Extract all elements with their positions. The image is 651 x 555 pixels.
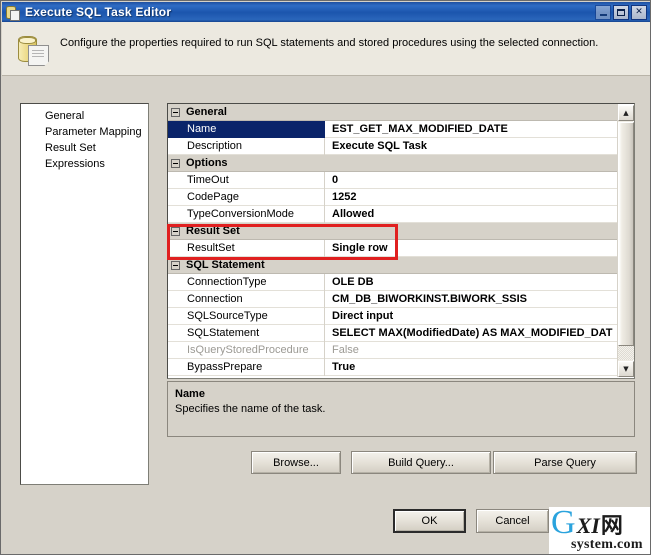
property-value[interactable]: SELECT MAX(ModifiedDate) AS MAX_MODIFIED…	[325, 325, 618, 342]
category-row-options[interactable]: Options	[168, 155, 618, 172]
property-value[interactable]: CM_DB_BIWORKINST.BIWORK_SSIS	[325, 291, 618, 308]
watermark-cn-char: 网	[600, 514, 623, 539]
property-row-sqlsourcetype[interactable]: SQLSourceType Direct input	[168, 307, 618, 325]
collapse-icon[interactable]	[171, 226, 180, 236]
property-value[interactable]: EST_GET_MAX_MODIFIED_DATE	[325, 121, 618, 138]
header-description: Configure the properties required to run…	[60, 37, 599, 49]
build-query-button[interactable]: Build Query...	[351, 451, 491, 474]
sql-task-large-icon	[17, 34, 51, 66]
category-label: Result Set	[186, 225, 240, 237]
page-list[interactable]: General Parameter Mapping Result Set Exp…	[20, 103, 149, 485]
collapse-icon[interactable]	[171, 107, 180, 117]
collapse-icon[interactable]	[171, 158, 180, 168]
property-row-isquerystoredprocedure: IsQueryStoredProcedure False	[168, 341, 618, 359]
description-title: Name	[175, 388, 205, 400]
property-value[interactable]: True	[325, 359, 618, 376]
parse-query-button[interactable]: Parse Query	[493, 451, 637, 474]
minimize-button[interactable]	[595, 4, 611, 20]
category-label: General	[186, 106, 227, 118]
scroll-down-icon[interactable]: ▼	[618, 361, 634, 377]
sql-task-icon	[5, 4, 21, 21]
property-row-codepage[interactable]: CodePage 1252	[168, 188, 618, 206]
property-row-resultset[interactable]: ResultSet Single row	[168, 239, 618, 257]
header-strip: Configure the properties required to run…	[2, 22, 650, 76]
collapse-icon[interactable]	[171, 260, 180, 270]
category-label: Options	[186, 157, 228, 169]
sidebar-item-result-set[interactable]: Result Set	[21, 140, 148, 156]
cancel-button[interactable]: Cancel	[476, 509, 549, 533]
property-row-connectiontype[interactable]: ConnectionType OLE DB	[168, 273, 618, 291]
property-name: CodePage	[168, 188, 325, 206]
scroll-up-icon[interactable]: ▲	[618, 105, 634, 121]
property-value[interactable]: OLE DB	[325, 274, 618, 291]
property-grid[interactable]: General Name EST_GET_MAX_MODIFIED_DATE D…	[167, 103, 635, 379]
sidebar-item-general-label: General	[45, 110, 85, 122]
property-name: ConnectionType	[168, 273, 325, 291]
maximize-button[interactable]	[613, 4, 629, 20]
property-value[interactable]: 1252	[325, 189, 618, 206]
category-label: SQL Statement	[186, 259, 265, 271]
property-name: Description	[168, 137, 325, 155]
property-row-typeconversionmode[interactable]: TypeConversionMode Allowed	[168, 205, 618, 223]
scrollbar-thumb[interactable]	[618, 122, 634, 346]
category-row-sql-statement[interactable]: SQL Statement	[168, 257, 618, 274]
property-name: IsQueryStoredProcedure	[168, 341, 325, 359]
property-row-connection[interactable]: Connection CM_DB_BIWORKINST.BIWORK_SSIS	[168, 290, 618, 308]
watermark-logo: G XI 网	[551, 507, 623, 541]
watermark-g: G	[551, 507, 576, 541]
property-row-timeout[interactable]: TimeOut 0	[168, 171, 618, 189]
sidebar-item-parameter-mapping[interactable]: Parameter Mapping	[21, 124, 148, 140]
close-button[interactable]: ✕	[631, 4, 647, 20]
property-value: False	[332, 343, 359, 356]
property-name: SQLSourceType	[168, 307, 325, 325]
description-text: Specifies the name of the task.	[175, 403, 326, 415]
property-name: Name	[168, 120, 325, 138]
watermark: G XI 网 system.com	[549, 507, 650, 554]
ok-button[interactable]: OK	[393, 509, 466, 533]
title-bar: Execute SQL Task Editor ✕	[2, 2, 650, 22]
property-name: TimeOut	[168, 171, 325, 189]
property-name: TypeConversionMode	[168, 205, 325, 223]
execute-sql-task-editor-dialog: Execute SQL Task Editor ✕ Configure the …	[0, 0, 651, 555]
sidebar-item-general[interactable]: General	[21, 108, 148, 124]
property-grid-rows: General Name EST_GET_MAX_MODIFIED_DATE D…	[168, 104, 618, 378]
property-name: SQLStatement	[168, 324, 325, 342]
sidebar-item-expressions[interactable]: Expressions	[21, 156, 148, 172]
category-row-result-set[interactable]: Result Set	[168, 223, 618, 240]
browse-button[interactable]: Browse...	[251, 451, 341, 474]
property-value[interactable]: Single row	[325, 240, 618, 257]
property-name: ResultSet	[168, 239, 325, 257]
property-value[interactable]: Execute SQL Task	[325, 138, 618, 155]
window-controls: ✕	[595, 4, 647, 20]
property-row-description[interactable]: Description Execute SQL Task	[168, 137, 618, 155]
property-name: BypassPrepare	[168, 358, 325, 376]
property-row-bypassprepare[interactable]: BypassPrepare True	[168, 358, 618, 376]
property-row-sqlstatement[interactable]: SQLStatement SELECT MAX(ModifiedDate) AS…	[168, 324, 618, 342]
property-name: Connection	[168, 290, 325, 308]
window-title: Execute SQL Task Editor	[25, 5, 172, 19]
property-value[interactable]: Allowed	[325, 206, 618, 223]
category-row-general[interactable]: General	[168, 104, 618, 121]
property-grid-scrollbar[interactable]: ▲ ▼	[617, 105, 634, 377]
property-description-pane: Name Specifies the name of the task.	[167, 381, 635, 437]
property-value[interactable]: 0	[325, 172, 618, 189]
property-row-name[interactable]: Name EST_GET_MAX_MODIFIED_DATE	[168, 120, 618, 138]
scrollbar-track[interactable]	[618, 346, 634, 360]
watermark-xi: XI	[576, 513, 600, 538]
watermark-domain: system.com	[571, 537, 643, 552]
property-value[interactable]: Direct input	[325, 308, 618, 325]
